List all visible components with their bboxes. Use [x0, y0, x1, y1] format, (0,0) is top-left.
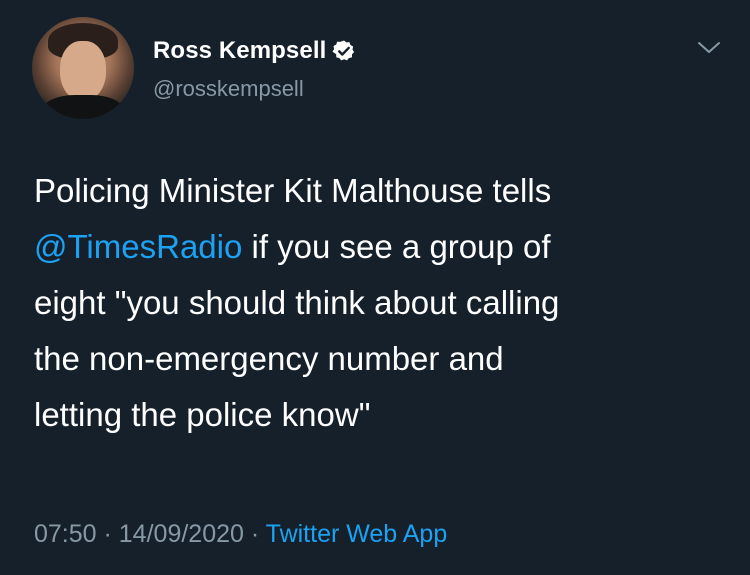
- tweet-line: eight "you should think about calling: [34, 284, 560, 321]
- user-handle[interactable]: @rosskempsell: [153, 76, 304, 102]
- avatar[interactable]: [32, 17, 134, 119]
- meta-separator: ·: [243, 520, 266, 548]
- avatar-shirt: [42, 95, 124, 119]
- tweet-meta: 07:50 · 14/09/2020 · Twitter Web App: [34, 520, 447, 549]
- tweet-line: the non-emergency number and: [34, 340, 504, 377]
- tweet-line: Policing Minister Kit Malthouse tells: [34, 172, 552, 209]
- tweet-line: letting the police know": [34, 396, 371, 433]
- tweet-time[interactable]: 07:50: [34, 520, 97, 548]
- chevron-down-icon[interactable]: [697, 39, 721, 57]
- tweet-line: @TimesRadio if you see a group of: [34, 219, 724, 275]
- tweet-date[interactable]: 14/09/2020: [119, 520, 244, 548]
- tweet-line-text: if you see a group of: [242, 228, 551, 265]
- mention-link[interactable]: @TimesRadio: [34, 228, 242, 265]
- tweet-source-link[interactable]: Twitter Web App: [266, 520, 448, 548]
- tweet-card: Ross Kempsell @rosskempsell Policing Min…: [0, 0, 750, 575]
- name-row: Ross Kempsell: [153, 36, 356, 66]
- meta-separator: ·: [96, 520, 119, 548]
- tweet-text: Policing Minister Kit Malthouse tells @T…: [34, 163, 724, 443]
- verified-badge-icon: [332, 39, 356, 63]
- display-name[interactable]: Ross Kempsell: [153, 37, 326, 65]
- avatar-face: [60, 41, 106, 101]
